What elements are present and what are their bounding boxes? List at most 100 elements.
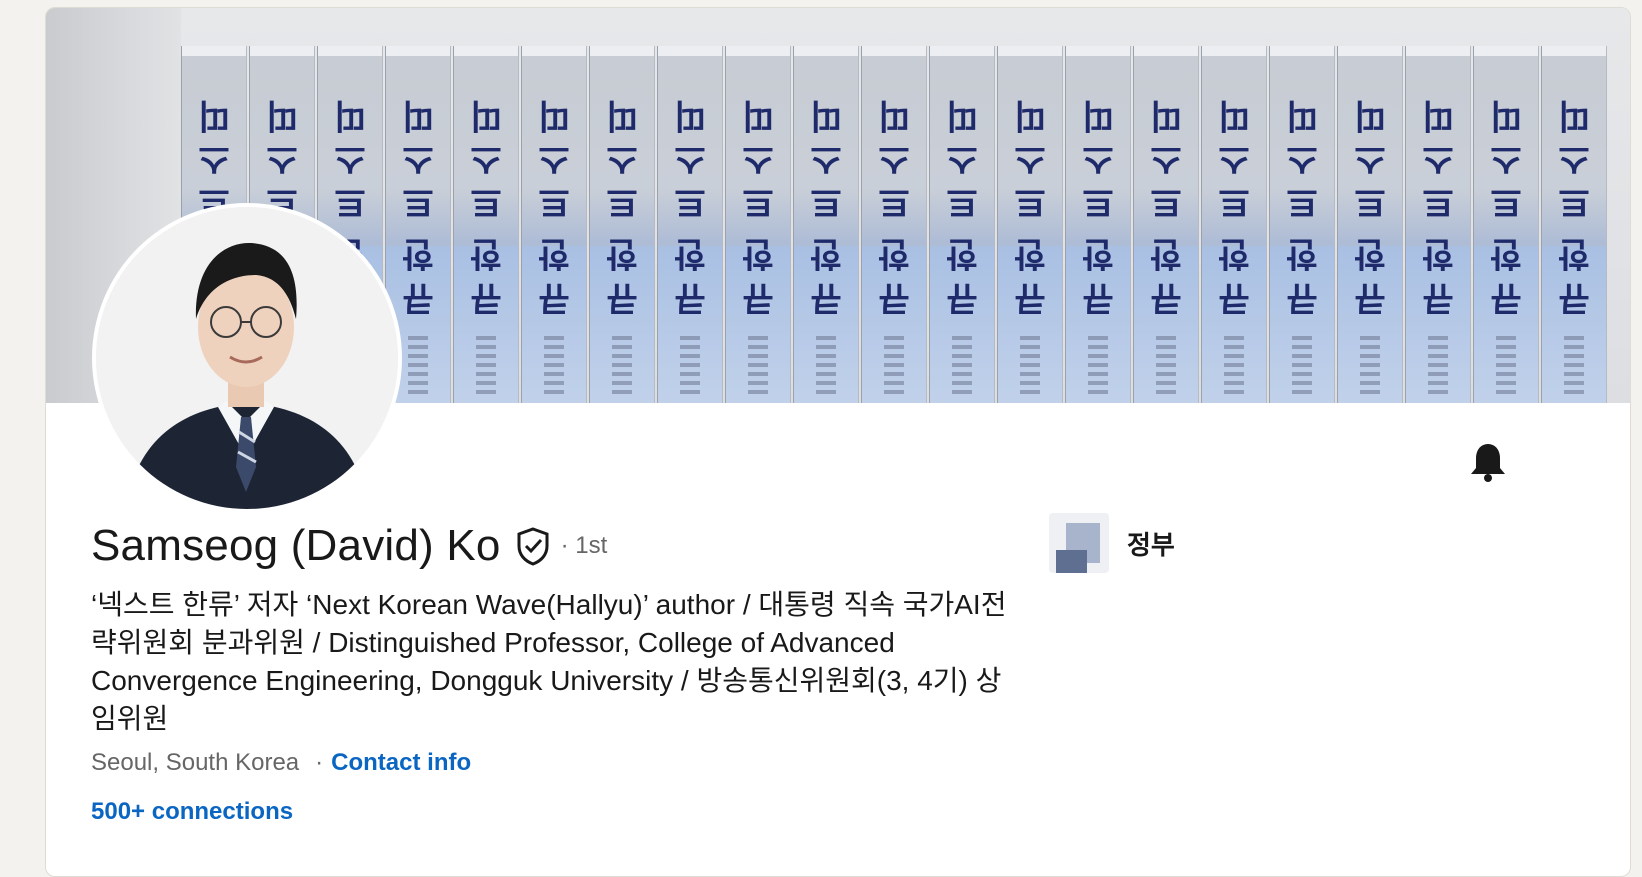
spine-glyph: 트 bbox=[674, 181, 706, 221]
spine-glyph: 큐 bbox=[946, 278, 978, 318]
spine-glyph: 트 bbox=[1218, 181, 1250, 221]
book-spine: 띠스트한큐 bbox=[725, 46, 791, 403]
spine-glyph: 띠 bbox=[1150, 95, 1182, 135]
spine-glyph: 띠 bbox=[470, 95, 502, 135]
connection-degree: · 1st bbox=[560, 532, 608, 559]
spine-glyph: 한 bbox=[1354, 233, 1386, 273]
spine-glyph: 스 bbox=[1286, 138, 1318, 178]
spine-glyph: 트 bbox=[1014, 181, 1046, 221]
spine-glyph: 트 bbox=[538, 181, 570, 221]
spine-glyph: 띠 bbox=[1558, 95, 1590, 135]
spine-glyph: 큐 bbox=[1150, 278, 1182, 318]
book-spine: 띠스트한큐 bbox=[521, 46, 587, 403]
profile-name-row: Samseog (David) Ko · 1st bbox=[91, 521, 607, 571]
spine-glyph: 스 bbox=[810, 138, 842, 178]
book-spine: 띠스트한큐 bbox=[1405, 46, 1471, 403]
spine-glyph: 띠 bbox=[1490, 95, 1522, 135]
spine-glyph: 스 bbox=[1082, 138, 1114, 178]
spine-glyph: 한 bbox=[606, 233, 638, 273]
spine-glyph: 띠 bbox=[538, 95, 570, 135]
book-spine: 띠스트한큐 bbox=[1133, 46, 1199, 403]
book-spine: 띠스트한큐 bbox=[929, 46, 995, 403]
spine-glyph: 띠 bbox=[742, 95, 774, 135]
spine-glyph: 트 bbox=[606, 181, 638, 221]
spine-glyph: 띠 bbox=[1286, 95, 1318, 135]
book-spine: 띠스트한큐 bbox=[1541, 46, 1607, 403]
connections-link[interactable]: 500+ connections bbox=[91, 798, 293, 826]
spine-glyph: 띠 bbox=[266, 95, 298, 135]
spine-glyph: 한 bbox=[470, 233, 502, 273]
spine-glyph: 트 bbox=[1150, 181, 1182, 221]
spine-glyph: 한 bbox=[1082, 233, 1114, 273]
book-spine: 띠스트한큐 bbox=[657, 46, 723, 403]
spine-glyph: 스 bbox=[198, 138, 230, 178]
spine-glyph: 띠 bbox=[198, 95, 230, 135]
profile-name: Samseog (David) Ko bbox=[91, 521, 501, 570]
spine-glyph: 트 bbox=[1354, 181, 1386, 221]
spine-glyph: 한 bbox=[878, 233, 910, 273]
spine-glyph: 스 bbox=[878, 138, 910, 178]
contact-info-link[interactable]: Contact info bbox=[331, 749, 471, 777]
profile-location: Seoul, South Korea bbox=[91, 749, 300, 776]
spine-glyph: 스 bbox=[470, 138, 502, 178]
spine-glyph: 띠 bbox=[1014, 95, 1046, 135]
spine-glyph: 스 bbox=[1150, 138, 1182, 178]
spine-glyph: 트 bbox=[742, 181, 774, 221]
spine-glyph: 트 bbox=[1286, 181, 1318, 221]
spine-glyph: 한 bbox=[810, 233, 842, 273]
spine-glyph: 스 bbox=[946, 138, 978, 178]
shield-check-icon[interactable] bbox=[515, 526, 551, 566]
book-spine: 띠스트한큐 bbox=[1473, 46, 1539, 403]
spine-glyph: 띠 bbox=[810, 95, 842, 135]
book-spine: 띠스트한큐 bbox=[793, 46, 859, 403]
spine-glyph: 큐 bbox=[470, 278, 502, 318]
spine-glyph: 큐 bbox=[538, 278, 570, 318]
spine-glyph: 한 bbox=[1150, 233, 1182, 273]
spine-glyph: 띠 bbox=[606, 95, 638, 135]
spine-glyph: 스 bbox=[1354, 138, 1386, 178]
spine-glyph: 트 bbox=[402, 181, 434, 221]
spine-glyph: 큐 bbox=[1218, 278, 1250, 318]
book-spine: 띠스트한큐 bbox=[997, 46, 1063, 403]
spine-glyph: 스 bbox=[1490, 138, 1522, 178]
current-organization[interactable]: 정부 bbox=[1049, 513, 1175, 573]
profile-photo[interactable] bbox=[92, 203, 402, 513]
spine-glyph: 트 bbox=[878, 181, 910, 221]
spine-glyph: 큐 bbox=[1014, 278, 1046, 318]
spine-glyph: 큐 bbox=[1354, 278, 1386, 318]
spine-glyph: 큐 bbox=[1082, 278, 1114, 318]
spine-glyph: 큐 bbox=[1490, 278, 1522, 318]
spine-glyph: 스 bbox=[538, 138, 570, 178]
spine-glyph: 큐 bbox=[606, 278, 638, 318]
spine-glyph: 한 bbox=[742, 233, 774, 273]
spine-glyph: 큐 bbox=[810, 278, 842, 318]
spine-glyph: 트 bbox=[946, 181, 978, 221]
spine-glyph: 큐 bbox=[674, 278, 706, 318]
book-spine: 띠스트한큐 bbox=[589, 46, 655, 403]
spine-glyph: 큐 bbox=[1286, 278, 1318, 318]
spine-glyph: 한 bbox=[1286, 233, 1318, 273]
book-spine: 띠스트한큐 bbox=[453, 46, 519, 403]
book-spine: 띠스트한큐 bbox=[1065, 46, 1131, 403]
book-spine: 띠스트한큐 bbox=[861, 46, 927, 403]
spine-glyph: 띠 bbox=[1354, 95, 1386, 135]
profile-headline: ‘넥스트 한류’ 저자 ‘Next Korean Wave(Hallyu)’ a… bbox=[91, 589, 1007, 734]
spine-glyph: 한 bbox=[1218, 233, 1250, 273]
spine-glyph: 스 bbox=[1218, 138, 1250, 178]
spine-glyph: 스 bbox=[402, 138, 434, 178]
spine-glyph: 띠 bbox=[1422, 95, 1454, 135]
spine-glyph: 띠 bbox=[1082, 95, 1114, 135]
spine-glyph: 한 bbox=[1422, 233, 1454, 273]
spine-glyph: 띠 bbox=[334, 95, 366, 135]
spine-glyph: 트 bbox=[1558, 181, 1590, 221]
book-spine: 띠스트한큐 bbox=[1201, 46, 1267, 403]
spine-glyph: 띠 bbox=[402, 95, 434, 135]
book-spine: 띠스트한큐 bbox=[1337, 46, 1403, 403]
bell-icon[interactable] bbox=[1468, 441, 1508, 483]
spine-glyph: 한 bbox=[1490, 233, 1522, 273]
spine-glyph: 스 bbox=[266, 138, 298, 178]
spine-glyph: 한 bbox=[1014, 233, 1046, 273]
location-row: Seoul, South Korea · Contact info bbox=[91, 749, 471, 777]
spine-glyph: 스 bbox=[1558, 138, 1590, 178]
spine-glyph: 스 bbox=[674, 138, 706, 178]
